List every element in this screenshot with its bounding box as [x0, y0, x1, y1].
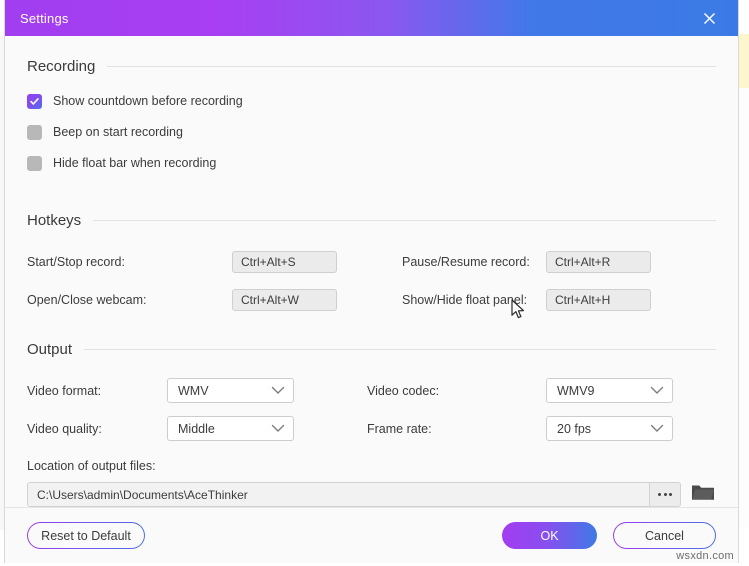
dialog-title: Settings: [20, 10, 69, 26]
recording-options: Show countdown before recording Beep on …: [27, 91, 716, 173]
select-video-codec[interactable]: WMV9: [546, 378, 673, 403]
label-video-codec: Video codec:: [367, 383, 440, 398]
label-output-location: Location of output files:: [27, 459, 156, 473]
hotkey-input-start-stop[interactable]: Ctrl+Alt+S: [232, 251, 337, 273]
section-divider: [93, 220, 716, 221]
select-video-quality[interactable]: Middle: [167, 416, 294, 441]
output-path-value: C:\Users\admin\Documents\AceThinker: [37, 487, 248, 502]
hotkey-label-show-hide-float-panel: Show/Hide float panel:: [402, 293, 528, 307]
chevron-down-icon: [271, 384, 285, 398]
output-row-1: Video format: WMV Video codec: WMV9: [27, 378, 716, 403]
ellipsis-icon: [669, 493, 672, 496]
section-divider: [107, 66, 716, 67]
background-right-strip-top: [737, 34, 749, 90]
close-icon: [701, 10, 718, 27]
checkbox-label-hide-float-bar: Hide float bar when recording: [53, 156, 217, 170]
reset-to-default-button[interactable]: Reset to Default: [27, 522, 145, 549]
ellipsis-icon: [663, 493, 667, 496]
close-button[interactable]: [690, 0, 728, 36]
hotkey-input-show-hide-float-panel[interactable]: Ctrl+Alt+H: [546, 289, 651, 311]
browse-button[interactable]: [649, 483, 680, 506]
cancel-button[interactable]: Cancel: [613, 522, 716, 549]
chevron-down-icon: [650, 422, 664, 436]
select-value-frame-rate: 20 fps: [557, 421, 592, 436]
section-divider: [84, 349, 716, 350]
chevron-down-icon: [271, 422, 285, 436]
select-value-video-format: WMV: [178, 383, 209, 398]
hotkeys-row-1: Start/Stop record: Ctrl+Alt+S Pause/Resu…: [27, 251, 716, 273]
section-header-recording: Recording: [27, 58, 716, 75]
dialog-body: Recording Show countdown before recordin…: [5, 36, 738, 507]
folder-icon: [691, 482, 715, 507]
hotkey-input-pause-resume[interactable]: Ctrl+Alt+R: [546, 251, 651, 273]
checkbox-row-beep-on-start[interactable]: Beep on start recording: [27, 122, 716, 142]
section-header-hotkeys: Hotkeys: [27, 212, 716, 229]
chevron-down-icon: [650, 384, 664, 398]
checkbox-label-beep-on-start: Beep on start recording: [53, 125, 183, 139]
settings-dialog: Settings Recording Show countdown before…: [5, 0, 738, 563]
check-icon: [30, 97, 39, 105]
select-video-format[interactable]: WMV: [167, 378, 294, 403]
dialog-footer: Reset to Default OK Cancel wsxdn.com: [5, 507, 738, 563]
hotkey-input-open-close-webcam[interactable]: Ctrl+Alt+W: [232, 289, 337, 311]
output-location-row: C:\Users\admin\Documents\AceThinker: [27, 482, 716, 507]
checkbox-hide-float-bar[interactable]: [27, 155, 42, 171]
dialog-titlebar: Settings: [5, 0, 738, 36]
label-video-format: Video format:: [27, 383, 102, 398]
checkbox-row-hide-float-bar[interactable]: Hide float bar when recording: [27, 153, 716, 173]
checkbox-show-countdown[interactable]: [27, 93, 42, 109]
output-path-field[interactable]: C:\Users\admin\Documents\AceThinker: [27, 482, 681, 507]
output-row-2: Video quality: Middle Frame rate: 20 fps: [27, 416, 716, 441]
label-video-quality: Video quality:: [27, 421, 102, 436]
select-value-video-codec: WMV9: [557, 383, 595, 398]
hotkey-label-start-stop: Start/Stop record:: [27, 255, 125, 269]
checkbox-row-show-countdown[interactable]: Show countdown before recording: [27, 91, 716, 111]
hotkeys-row-2: Open/Close webcam: Ctrl+Alt+W Show/Hide …: [27, 289, 716, 311]
select-value-video-quality: Middle: [178, 421, 215, 436]
section-header-output: Output: [27, 341, 716, 358]
checkbox-beep-on-start[interactable]: [27, 124, 42, 140]
watermark: wsxdn.com: [676, 550, 734, 562]
hotkeys-heading: Hotkeys: [27, 212, 82, 229]
ellipsis-icon: [658, 493, 661, 496]
hotkey-label-pause-resume: Pause/Resume record:: [402, 255, 530, 269]
ok-button[interactable]: OK: [502, 522, 597, 549]
output-heading: Output: [27, 341, 73, 358]
select-frame-rate[interactable]: 20 fps: [546, 416, 673, 441]
recording-heading: Recording: [27, 58, 96, 75]
open-folder-button[interactable]: [690, 484, 716, 506]
hotkey-label-open-close-webcam: Open/Close webcam:: [27, 293, 147, 307]
label-frame-rate: Frame rate:: [367, 421, 432, 436]
checkbox-label-show-countdown: Show countdown before recording: [53, 94, 243, 108]
